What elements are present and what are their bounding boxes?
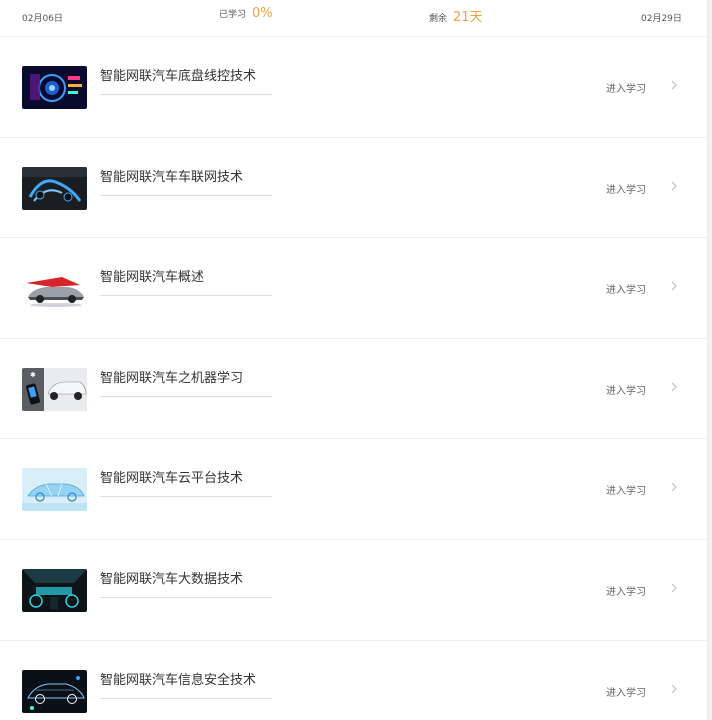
course-title-wrap: 智能网联汽车车联网技术 (100, 169, 272, 196)
course-title: 智能网联汽车云平台技术 (100, 471, 244, 487)
course-title-wrap: 智能网联汽车大数据技术 (100, 571, 272, 598)
course-row[interactable]: ✱ 智能网联汽车之机器学习 进入学习 (0, 339, 707, 440)
enter-study-link[interactable]: 进入学习 (606, 181, 646, 196)
chevron-right-icon[interactable] (668, 79, 680, 91)
vertical-scrollbar[interactable] (707, 0, 712, 720)
phone-car-thumbnail: ✱ (22, 367, 87, 411)
course-title: 智能网联汽车底盘线控技术 (100, 69, 257, 84)
svg-text:✱: ✱ (30, 371, 36, 379)
remaining-days: 剩余 21天 (429, 6, 483, 25)
course-title-wrap: 智能网联汽车底盘线控技术 (100, 68, 272, 95)
course-title-wrap: 智能网联汽车信息安全技术 (100, 672, 272, 699)
chevron-right-icon[interactable] (668, 280, 680, 292)
course-row[interactable]: 智能网联汽车云平台技术 进入学习 (0, 439, 707, 540)
studied-progress: 已学习 0% (219, 6, 273, 24)
enter-study-link[interactable]: 进入学习 (606, 80, 646, 95)
course-row[interactable]: 智能网联汽车概述 进入学习 (0, 238, 707, 339)
course-title: 智能网联汽车大数据技术 (100, 571, 244, 587)
chevron-right-icon[interactable] (668, 582, 680, 594)
course-title: 智能网联汽车车联网技术 (100, 169, 244, 185)
start-date: 02月06日 (22, 14, 63, 24)
course-title: 智能网联汽车之机器学习 (100, 370, 244, 386)
chevron-right-icon[interactable] (668, 683, 680, 695)
enter-study-link[interactable]: 进入学习 (606, 382, 646, 397)
course-list: 智能网联汽车底盘线控技术 进入学习 智能网联汽车车联网技术 进入学习 智能网联汽… (0, 37, 707, 720)
car-interior-thumbnail (22, 568, 87, 612)
course-row[interactable]: 智能网联汽车大数据技术 进入学习 (0, 540, 707, 641)
studied-percent: 0% (252, 6, 273, 21)
sports-car-thumbnail (22, 267, 87, 311)
course-title-wrap: 智能网联汽车云平台技术 (100, 470, 272, 498)
course-row[interactable]: 智能网联汽车信息安全技术 进入学习 (0, 641, 707, 720)
dashboard-tech-thumbnail (22, 66, 87, 109)
enter-study-link[interactable]: 进入学习 (606, 684, 646, 699)
xray-car-thumbnail (22, 468, 87, 512)
network-car-thumbnail (22, 166, 87, 210)
study-progress-header: 02月06日 已学习 0% 剩余 21天 02月29日 (0, 0, 707, 37)
course-title-wrap: 智能网联汽车概述 (100, 269, 272, 297)
chevron-right-icon[interactable] (668, 481, 680, 493)
course-row[interactable]: 智能网联汽车底盘线控技术 进入学习 (0, 37, 707, 138)
course-title: 智能网联汽车概述 (100, 270, 205, 286)
chevron-right-icon[interactable] (668, 180, 680, 192)
wireframe-car-thumbnail (22, 669, 87, 713)
course-row[interactable]: 智能网联汽车车联网技术 进入学习 (0, 138, 707, 239)
enter-study-link[interactable]: 进入学习 (606, 482, 646, 497)
chevron-right-icon[interactable] (668, 381, 680, 393)
remain-label: 剩余 (429, 14, 448, 24)
studied-label: 已学习 (219, 10, 247, 20)
course-title-wrap: 智能网联汽车之机器学习 (100, 370, 272, 397)
course-title: 智能网联汽车信息安全技术 (100, 672, 257, 688)
end-date: 02月29日 (641, 14, 682, 24)
enter-study-link[interactable]: 进入学习 (606, 281, 646, 296)
course-schedule-page: 02月06日 已学习 0% 剩余 21天 02月29日 智能网联汽车底盘线控技术… (0, 0, 712, 720)
enter-study-link[interactable]: 进入学习 (606, 583, 646, 598)
remain-value: 21天 (453, 10, 483, 25)
